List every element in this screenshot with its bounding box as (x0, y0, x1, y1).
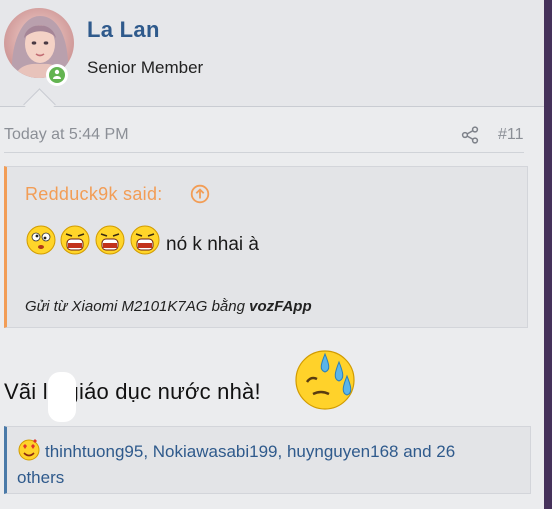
up-arrow-circle-icon[interactable] (190, 184, 210, 204)
post-time-link[interactable]: Today at 5:44 PM (4, 126, 129, 144)
redaction-mark (48, 372, 76, 422)
quote-text: nó k nhai à (166, 234, 259, 255)
signature-app: vozFApp (249, 298, 312, 315)
sweat-emoji-icon (295, 350, 355, 410)
reactions-list-link[interactable]: thinhtuong95, Nokiawasabi199, huynguyen1… (17, 439, 497, 491)
post-number-link[interactable]: #11 (498, 126, 524, 144)
reactions-bar[interactable]: thinhtuong95, Nokiawasabi199, huynguyen1… (4, 426, 531, 494)
quote-author-link[interactable]: Redduck9k said: (25, 184, 163, 205)
laugh-emoji-icon (60, 225, 90, 255)
username-link[interactable]: La Lan (87, 17, 160, 43)
quote-signature: Gửi từ Xiaomi M2101K7AG bằng vozFApp (25, 298, 312, 315)
divider (4, 152, 524, 153)
online-icon (46, 64, 68, 86)
dizzy-emoji-icon (26, 225, 56, 255)
user-title: Senior Member (87, 58, 204, 77)
post-header: La Lan Senior Member (0, 0, 544, 107)
quote-block: Redduck9k said: nó k nhai à Gửi từ Xiaom… (4, 166, 528, 328)
signature-prefix: Gửi từ Xiaomi M2101K7AG bằng (25, 298, 250, 315)
post-page: La Lan Senior Member Today at 5:44 PM #1… (0, 0, 544, 509)
window-edge (544, 0, 552, 509)
share-icon[interactable] (461, 126, 479, 144)
laugh-emoji-icon (130, 225, 160, 255)
laugh-emoji-icon (95, 225, 125, 255)
post-body-text: Vãi lo giáo dục nước nhà! (4, 379, 261, 404)
